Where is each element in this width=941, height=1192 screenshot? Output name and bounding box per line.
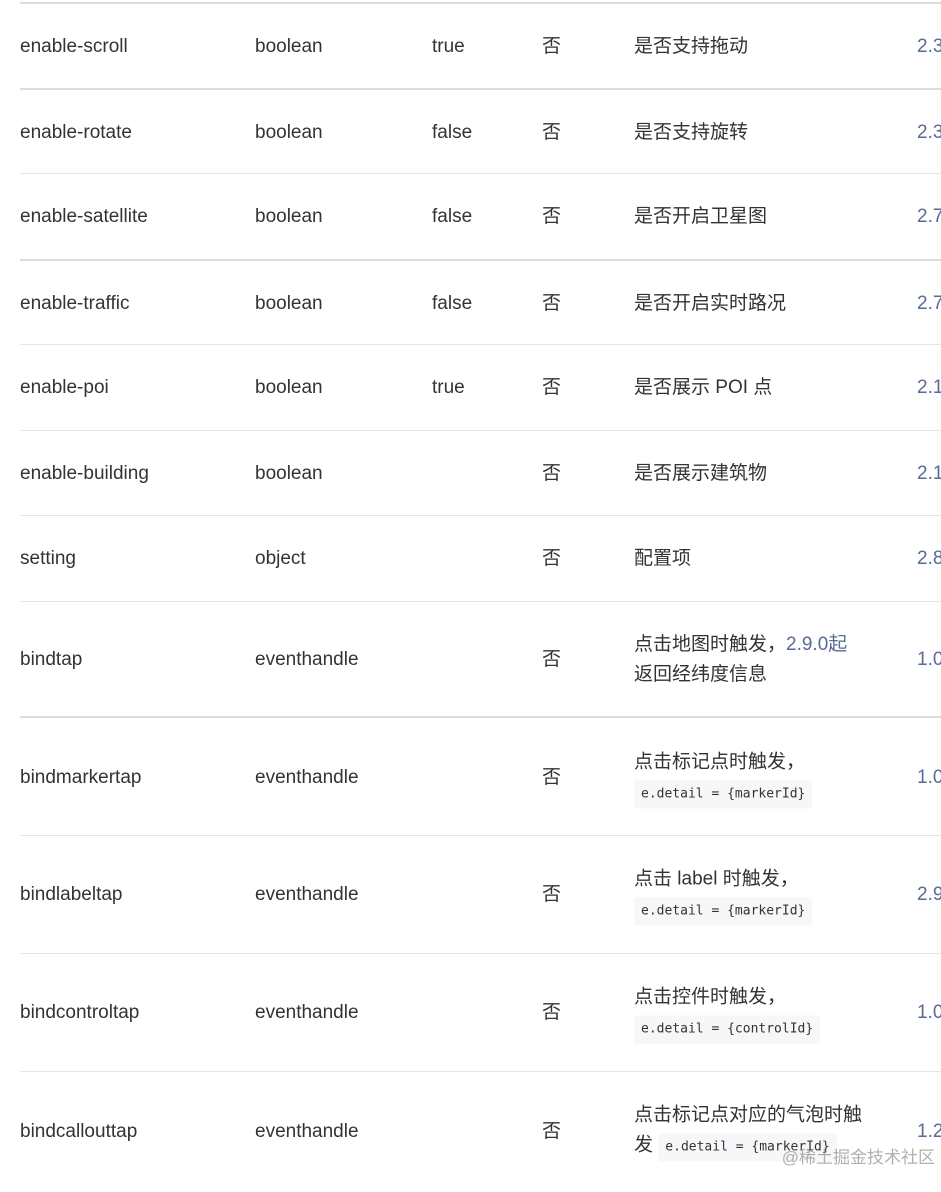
attr-version-link[interactable]: 2.1 [917, 373, 941, 403]
attr-default: true [432, 36, 465, 57]
table-row: enable-rotate boolean false 否 是否支持旋转 2.3 [20, 88, 941, 175]
attr-required: 否 [542, 1002, 562, 1023]
attr-required: 否 [542, 292, 562, 314]
table-row: enable-building boolean 否 是否展示建筑物 2.1 [20, 430, 941, 516]
table-row: enable-satellite boolean false 否 是否开启卫星图… [20, 173, 941, 260]
attr-type: eventhandle [255, 648, 359, 670]
table-row: bindtap eventhandle 否 点击地图时触发，2.9.0起 返回经… [20, 601, 941, 717]
attr-type: boolean [255, 206, 323, 227]
watermark: @稀土掘金技术社区 [781, 1148, 935, 1167]
desc-text: 发 [634, 1134, 654, 1156]
desc-text: 点击地图时触发， [634, 633, 787, 655]
attr-type: boolean [255, 292, 323, 314]
attr-version-link[interactable]: 1.0 [917, 998, 941, 1028]
attr-type: eventhandle [255, 766, 359, 788]
desc-text: 返回经纬度信息 [634, 663, 768, 685]
desc-text: 点击标记点时触发， [634, 751, 806, 772]
attr-name: enable-poi [20, 377, 109, 398]
attr-default: false [432, 121, 473, 143]
attr-type: object [255, 548, 306, 569]
attr-version-link[interactable]: 1.0 [917, 645, 941, 675]
desc-text: 点击控件时触发， [634, 986, 787, 1008]
attr-desc: 点击控件时触发， e.detail = {controlId} [634, 983, 874, 1044]
attr-type: boolean [255, 462, 323, 484]
attr-name: bindlabeltap [20, 884, 123, 905]
attr-desc: 配置项 [634, 548, 692, 569]
attr-type: eventhandle [255, 884, 359, 905]
attr-version-link[interactable]: 2.9 [917, 880, 941, 910]
attr-required: 否 [542, 1121, 562, 1142]
event-detail-code: e.detail = {markerId} [634, 897, 813, 926]
attr-desc: 是否开启卫星图 [634, 206, 768, 227]
desc-text: 点击 label 时触发， [634, 868, 799, 890]
attr-name: setting [20, 548, 76, 569]
table-row: bindlabeltap eventhandle 否 点击 label 时触发，… [20, 835, 941, 954]
attr-desc: 点击 label 时触发， e.detail = {markerId} [634, 865, 874, 926]
table-row: enable-scroll boolean true 否 是否支持拖动 2.3 [20, 2, 941, 90]
attr-name: bindtap [20, 648, 83, 670]
attr-required: 否 [542, 884, 562, 905]
attr-type: boolean [255, 121, 323, 143]
attr-name: bindcontroltap [20, 1002, 140, 1023]
attr-desc: 是否展示 POI 点 [634, 377, 773, 398]
attr-default: false [432, 292, 473, 314]
attr-version-link[interactable]: 2.3 [917, 32, 941, 62]
attr-type: boolean [255, 36, 323, 57]
attr-name: enable-satellite [20, 206, 148, 227]
attr-name: bindmarkertap [20, 766, 142, 788]
attr-version-link[interactable]: 1.0 [917, 763, 941, 793]
attr-required: 否 [542, 548, 562, 569]
attr-required: 否 [542, 121, 562, 143]
attr-type: eventhandle [255, 1121, 359, 1142]
event-detail-code: e.detail = {markerId} [634, 780, 813, 808]
attr-version-link[interactable]: 2.7 [917, 289, 941, 319]
attr-name: enable-building [20, 462, 149, 484]
table-row: bindcallouttap eventhandle 否 点击标记点对应的气泡时… [20, 1071, 941, 1192]
table-row: bindcontroltap eventhandle 否 点击控件时触发， e.… [20, 953, 941, 1072]
attr-desc: 点击标记点时触发， e.detail = {markerId} [634, 747, 874, 808]
attr-required: 否 [542, 648, 562, 670]
attr-type: boolean [255, 377, 323, 398]
attr-desc: 是否支持拖动 [634, 36, 749, 57]
attr-desc: 是否支持旋转 [634, 121, 749, 143]
attr-version-link[interactable]: 2.3 [917, 118, 941, 148]
attr-name: enable-rotate [20, 121, 132, 143]
attr-required: 否 [542, 462, 562, 484]
version-link[interactable]: 2.9.0起 [786, 634, 847, 655]
event-detail-code: e.detail = {controlId} [634, 1015, 821, 1044]
table-row: enable-poi boolean true 否 是否展示 POI 点 2.1 [20, 344, 941, 431]
table-row: enable-traffic boolean false 否 是否开启实时路况 … [20, 259, 941, 346]
attr-desc: 是否展示建筑物 [634, 462, 768, 484]
attr-name: enable-scroll [20, 36, 128, 57]
attr-required: 否 [542, 377, 562, 398]
attr-required: 否 [542, 36, 562, 57]
attr-name: enable-traffic [20, 292, 130, 314]
attr-type: eventhandle [255, 1002, 359, 1023]
attr-default: false [432, 206, 473, 227]
attr-required: 否 [542, 206, 562, 227]
attr-default: true [432, 377, 465, 398]
attr-desc: 是否开启实时路况 [634, 292, 787, 314]
attr-version-link[interactable]: 2.8 [917, 544, 941, 574]
table-row: setting object 否 配置项 2.8 [20, 515, 941, 602]
attr-name: bindcallouttap [20, 1121, 138, 1142]
table-row: bindmarkertap eventhandle 否 点击标记点时触发， e.… [20, 716, 941, 837]
attr-version-link[interactable]: 2.1 [917, 459, 941, 489]
attr-required: 否 [542, 766, 562, 788]
attr-version-link[interactable]: 2.7 [917, 202, 941, 232]
attr-desc: 点击地图时触发，2.9.0起 返回经纬度信息 [634, 630, 874, 690]
desc-text: 点击标记点对应的气泡时触 [634, 1104, 863, 1126]
